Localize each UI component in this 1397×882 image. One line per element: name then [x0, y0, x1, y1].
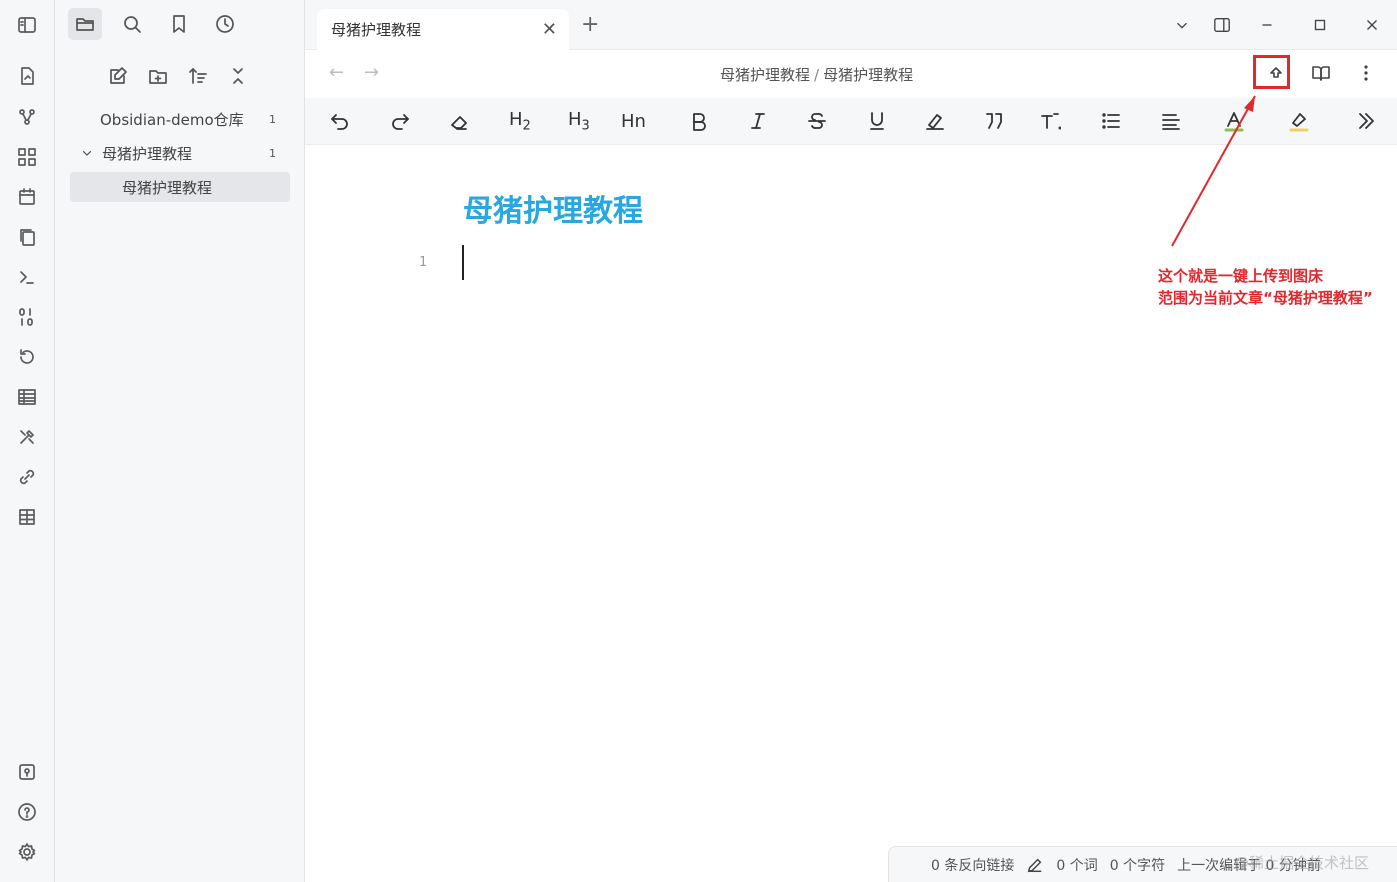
annotation-line-1: 这个就是一键上传到图床: [1158, 267, 1324, 285]
annotation-line-2: 范围为当前文章“母猪护理教程”: [1158, 289, 1373, 307]
line-number: 1: [419, 255, 428, 270]
tab-bar: 母猪护理教程 ✕ +: [305, 0, 1397, 50]
tab-list-chevron-icon[interactable]: [1171, 14, 1193, 36]
highlighter-icon[interactable]: [924, 108, 946, 134]
h3-sub: 3: [581, 118, 590, 134]
h2-label: H: [509, 108, 523, 130]
toggle-right-sidebar-icon[interactable]: [1211, 14, 1233, 36]
edit-pencil-icon[interactable]: [1026, 856, 1044, 874]
strikethrough-icon[interactable]: [806, 108, 828, 134]
maximize-window-icon[interactable]: [1309, 14, 1331, 36]
breadcrumb-file[interactable]: 母猪护理教程: [823, 66, 913, 84]
settings-gear-icon[interactable]: [14, 839, 40, 865]
new-note-icon[interactable]: [105, 63, 131, 89]
back-arrow-icon[interactable]: ←: [329, 62, 344, 83]
eraser-icon[interactable]: [448, 108, 470, 134]
sidebar-toggle-icon[interactable]: [14, 12, 40, 38]
breadcrumb-separator: /: [814, 66, 820, 84]
canvas-icon[interactable]: [14, 144, 40, 170]
collapse-all-icon[interactable]: [225, 63, 251, 89]
italic-icon[interactable]: [747, 108, 769, 134]
text-cursor: [462, 245, 464, 280]
sort-icon[interactable]: [185, 63, 211, 89]
history-icon[interactable]: [14, 344, 40, 370]
tab-active[interactable]: 母猪护理教程 ✕: [317, 9, 569, 50]
undo-icon[interactable]: [329, 108, 351, 134]
new-folder-icon[interactable]: [145, 63, 171, 89]
folder-file-count: 1: [269, 146, 276, 160]
file-explorer-sidebar: Obsidian-demo仓库 1 母猪护理教程 1 母猪护理教程: [55, 0, 305, 882]
note-title[interactable]: 母猪护理教程: [463, 186, 643, 230]
char-count: 0 个字符: [1109, 857, 1166, 874]
word-count: 0 个词: [1056, 857, 1098, 874]
heading-3-button[interactable]: H3: [568, 108, 590, 134]
vault-root[interactable]: Obsidian-demo仓库 1: [70, 104, 290, 134]
forward-arrow-icon[interactable]: →: [364, 62, 379, 83]
h3-label: H: [568, 108, 582, 130]
close-tab-icon[interactable]: ✕: [542, 19, 557, 40]
bookmark-icon[interactable]: [162, 8, 196, 40]
folder-item[interactable]: 母猪护理教程 1: [70, 138, 290, 168]
table-icon[interactable]: [14, 384, 40, 410]
annotation-arrow: [1171, 95, 1256, 247]
h2-sub: 2: [522, 118, 531, 134]
watermark: @稀土掘金技术社区: [1234, 854, 1370, 872]
sidebar-tab-row: [55, 8, 305, 42]
list-dropdown-icon[interactable]: [1100, 108, 1122, 134]
underline-icon[interactable]: [866, 108, 888, 134]
search-icon[interactable]: [115, 8, 149, 40]
file-name: 母猪护理教程: [122, 178, 213, 197]
folder-name: 母猪护理教程: [102, 144, 193, 163]
tools-icon[interactable]: [14, 424, 40, 450]
hn-label: Hn: [621, 110, 646, 132]
backlinks-count[interactable]: 0 条反向链接: [931, 855, 1014, 875]
quote-icon[interactable]: [983, 108, 1005, 134]
upload-image-icon[interactable]: [1263, 60, 1289, 86]
binary-icon[interactable]: [14, 304, 40, 330]
more-tools-chevrons-icon[interactable]: [1355, 108, 1377, 134]
annotation-text: 这个就是一键上传到图床 范围为当前文章“母猪护理教程”: [1158, 265, 1373, 309]
breadcrumb-folder[interactable]: 母猪护理教程: [720, 66, 810, 84]
minimize-window-icon[interactable]: [1256, 14, 1278, 36]
new-tab-button[interactable]: +: [581, 12, 599, 37]
redo-icon[interactable]: [389, 108, 411, 134]
graph-view-icon[interactable]: [14, 104, 40, 130]
vault-name: Obsidian-demo仓库: [100, 110, 244, 129]
recent-clock-icon[interactable]: [208, 8, 242, 40]
heading-n-button[interactable]: Hn: [621, 108, 646, 134]
tab-title: 母猪护理教程: [331, 21, 422, 39]
grid-table-icon[interactable]: [14, 504, 40, 530]
open-quick-switcher-icon[interactable]: [14, 63, 40, 89]
explorer-actions: [105, 63, 251, 89]
help-icon[interactable]: [14, 799, 40, 825]
more-options-icon[interactable]: [1353, 60, 1379, 86]
superscript-icon[interactable]: [1039, 108, 1061, 134]
link-icon[interactable]: [14, 464, 40, 490]
terminal-icon[interactable]: [14, 264, 40, 290]
vault-switch-icon[interactable]: [14, 759, 40, 785]
breadcrumb: 母猪护理教程 / 母猪护理教程: [720, 64, 913, 85]
reading-view-book-icon[interactable]: [1308, 60, 1334, 86]
calendar-icon[interactable]: [14, 184, 40, 210]
files-tab-icon[interactable]: [68, 8, 102, 40]
close-window-icon[interactable]: [1361, 14, 1383, 36]
background-color-icon[interactable]: [1288, 108, 1310, 134]
vault-file-count: 1: [269, 112, 276, 126]
chevron-down-icon[interactable]: [80, 146, 94, 160]
copy-icon[interactable]: [14, 224, 40, 250]
left-ribbon: [0, 0, 55, 882]
bold-icon[interactable]: [688, 108, 710, 134]
heading-2-button[interactable]: H2: [509, 108, 531, 134]
file-item-active[interactable]: 母猪护理教程: [70, 172, 290, 202]
